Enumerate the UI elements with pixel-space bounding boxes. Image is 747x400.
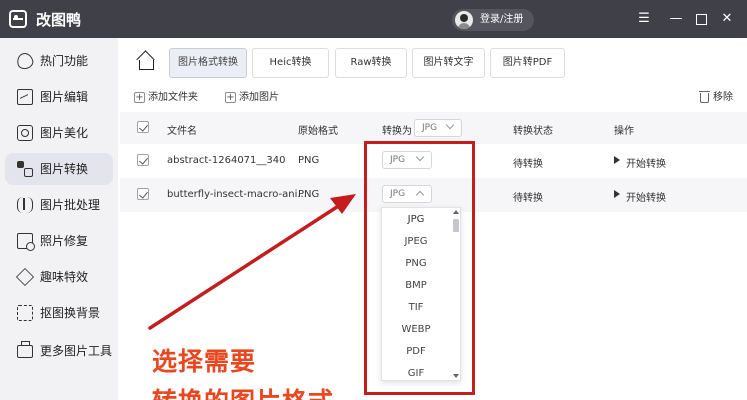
sidebar-item-batch[interactable]: 图片批处理: [5, 189, 113, 221]
annotation-text-line2: 转换的图片格式: [152, 382, 334, 400]
add-folder-button[interactable]: + 添加文件夹: [134, 91, 198, 105]
sidebar-item-hot[interactable]: 热门功能: [5, 45, 113, 77]
play-icon: [614, 156, 620, 164]
row-status: 待转换: [513, 159, 543, 170]
add-image-icon: +: [225, 92, 236, 103]
sidebar-item-label: 更多图片工具: [40, 344, 113, 358]
sidebar-item-convert[interactable]: 图片转换: [5, 153, 113, 185]
row-checkbox[interactable]: [137, 154, 149, 166]
app-logo-icon: [9, 10, 27, 28]
sidebar-item-label: 图片编辑: [40, 90, 89, 104]
close-icon[interactable]: ✕: [718, 10, 736, 28]
header-convert-to: 转换为: [382, 126, 412, 137]
add-image-label: 添加图片: [239, 92, 279, 103]
row-filename: butterfly-insect-macro-ani...: [167, 189, 307, 200]
menu-icon[interactable]: ☰: [635, 10, 653, 28]
row-original-format: PNG: [298, 189, 320, 200]
trash-icon: [699, 91, 710, 103]
header-original-format: 原始格式: [298, 126, 338, 137]
header-operation: 操作: [614, 126, 634, 137]
effects-icon: [15, 267, 35, 287]
highlight-box: [364, 141, 475, 395]
tab-image-to-pdf[interactable]: 图片转PDF: [490, 48, 565, 78]
play-icon: [614, 190, 620, 198]
sidebar-item-edit[interactable]: 图片编辑: [5, 81, 113, 113]
toolbox-icon: [17, 341, 33, 358]
row-filename: abstract-1264071__340: [167, 155, 286, 166]
sidebar-item-label: 图片转换: [40, 162, 89, 176]
add-image-button[interactable]: + 添加图片: [225, 91, 279, 105]
convert-all-select[interactable]: JPG: [414, 119, 462, 137]
sidebar-item-label: 热门功能: [40, 54, 89, 68]
sidebar-item-cutout[interactable]: 抠图换背景: [5, 297, 113, 329]
sidebar-item-repair[interactable]: 照片修复: [5, 225, 113, 257]
sidebar-item-beautify[interactable]: 图片美化: [5, 117, 113, 149]
beautify-icon: [17, 125, 33, 141]
select-all-checkbox[interactable]: [137, 121, 149, 133]
remove-label: 移除: [713, 92, 733, 103]
maximize-icon[interactable]: [692, 10, 710, 28]
start-convert-button[interactable]: 开始转换: [614, 155, 666, 170]
tab-image-format-convert[interactable]: 图片格式转换: [169, 48, 247, 78]
header-status: 转换状态: [513, 126, 553, 137]
annotation-text-line1: 选择需要: [152, 347, 257, 376]
repair-icon: [17, 233, 35, 251]
start-convert-button[interactable]: 开始转换: [614, 189, 666, 204]
sidebar-item-label: 抠图换背景: [40, 306, 101, 320]
image-edit-icon: [17, 89, 33, 105]
minimize-icon[interactable]: —: [667, 10, 685, 28]
tab-raw-convert[interactable]: Raw转换: [335, 48, 407, 78]
sidebar-item-effects[interactable]: 趣味特效: [5, 261, 113, 293]
sidebar: 热门功能 图片编辑 图片美化 图片转换 图片批处理 照片修复 趣味特效 抠图换背…: [0, 38, 118, 400]
sidebar-item-label: 照片修复: [40, 234, 89, 248]
tab-image-to-text[interactable]: 图片转文字: [412, 48, 485, 78]
row-checkbox[interactable]: [137, 188, 149, 200]
chevron-down-icon: [445, 120, 455, 130]
sidebar-item-label: 图片批处理: [40, 198, 101, 212]
login-label: 登录/注册: [480, 14, 524, 25]
fire-icon: [15, 51, 35, 71]
avatar: [455, 11, 473, 29]
app-title: 改图鸭: [36, 11, 82, 29]
start-convert-label: 开始转换: [626, 159, 666, 170]
sidebar-item-label: 趣味特效: [40, 270, 89, 284]
title-bar: 改图鸭 登录/注册 ☰ — ✕: [0, 0, 747, 38]
add-folder-icon: +: [134, 92, 145, 103]
home-icon[interactable]: [134, 50, 158, 74]
start-convert-label: 开始转换: [626, 193, 666, 204]
tab-heic-convert[interactable]: Heic转换: [252, 48, 329, 78]
cutout-icon: [17, 305, 33, 321]
remove-button[interactable]: 移除: [699, 91, 733, 105]
batch-icon: [17, 197, 33, 213]
sidebar-item-label: 图片美化: [40, 126, 89, 140]
table-header: 文件名 原始格式 转换为 JPG 转换状态 操作: [120, 112, 747, 144]
convert-all-value: JPG: [422, 123, 438, 133]
login-button[interactable]: 登录/注册: [452, 9, 534, 31]
header-filename: 文件名: [167, 126, 197, 137]
row-status: 待转换: [513, 193, 543, 204]
sidebar-item-more-tools[interactable]: 更多图片工具: [5, 335, 113, 367]
convert-icon: [17, 161, 33, 177]
row-original-format: PNG: [298, 155, 320, 166]
add-folder-label: 添加文件夹: [148, 92, 198, 103]
